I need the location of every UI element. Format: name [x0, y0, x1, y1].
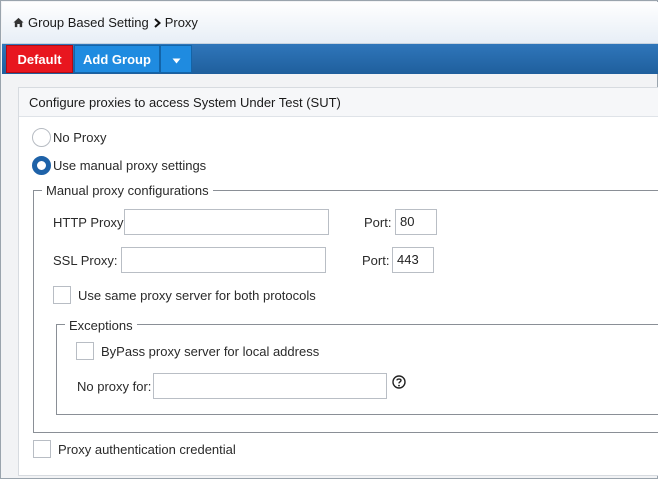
- http-port-label: Port:: [364, 215, 392, 230]
- ssl-proxy-input[interactable]: [121, 247, 326, 273]
- same-proxy-checkbox[interactable]: [53, 286, 71, 304]
- no-proxy-for-input[interactable]: [153, 373, 387, 399]
- bypass-local-label[interactable]: ByPass proxy server for local address: [101, 344, 319, 359]
- ssl-proxy-label: SSL Proxy:: [53, 253, 118, 268]
- no-proxy-for-label: No proxy for:: [77, 379, 152, 394]
- manual-proxy-label[interactable]: Use manual proxy settings: [53, 158, 206, 173]
- exceptions-legend: Exceptions: [65, 318, 137, 333]
- http-port-input[interactable]: 80: [395, 209, 437, 235]
- exceptions-fieldset: [56, 324, 658, 415]
- proxy-auth-label[interactable]: Proxy authentication credential: [58, 442, 236, 457]
- breadcrumb-current: Proxy: [164, 15, 198, 30]
- panel-title: Configure proxies to access System Under…: [29, 95, 341, 110]
- breadcrumb: Group Based Setting Proxy: [13, 15, 198, 30]
- http-proxy-input[interactable]: [124, 209, 329, 235]
- ssl-port-label: Port:: [362, 253, 390, 268]
- http-proxy-label: HTTP Proxy:: [53, 215, 128, 230]
- add-group-button[interactable]: Add Group: [74, 45, 160, 73]
- manual-proxy-radio[interactable]: [32, 156, 51, 175]
- question-circle-icon[interactable]: [392, 375, 406, 392]
- caret-down-icon: [172, 52, 181, 67]
- panel-header: Configure proxies to access System Under…: [19, 88, 658, 117]
- manual-proxy-legend: Manual proxy configurations: [42, 183, 213, 198]
- chevron-right-icon: [154, 17, 161, 28]
- bypass-local-checkbox[interactable]: [76, 342, 94, 360]
- breadcrumb-bar: Group Based Setting Proxy: [2, 2, 658, 44]
- add-group-dropdown-button[interactable]: [160, 45, 192, 73]
- home-icon[interactable]: [13, 17, 24, 28]
- ssl-port-input[interactable]: 443: [392, 247, 434, 273]
- no-proxy-radio[interactable]: [32, 128, 51, 147]
- proxy-panel: Configure proxies to access System Under…: [18, 87, 658, 476]
- proxy-auth-checkbox[interactable]: [33, 440, 51, 458]
- default-button[interactable]: Default: [6, 45, 73, 73]
- toolbar: Default Add Group: [2, 44, 658, 74]
- no-proxy-label[interactable]: No Proxy: [53, 130, 106, 145]
- same-proxy-label[interactable]: Use same proxy server for both protocols: [78, 288, 316, 303]
- breadcrumb-root[interactable]: Group Based Setting: [28, 15, 149, 30]
- window: Group Based Setting Proxy Default Add Gr…: [0, 0, 658, 479]
